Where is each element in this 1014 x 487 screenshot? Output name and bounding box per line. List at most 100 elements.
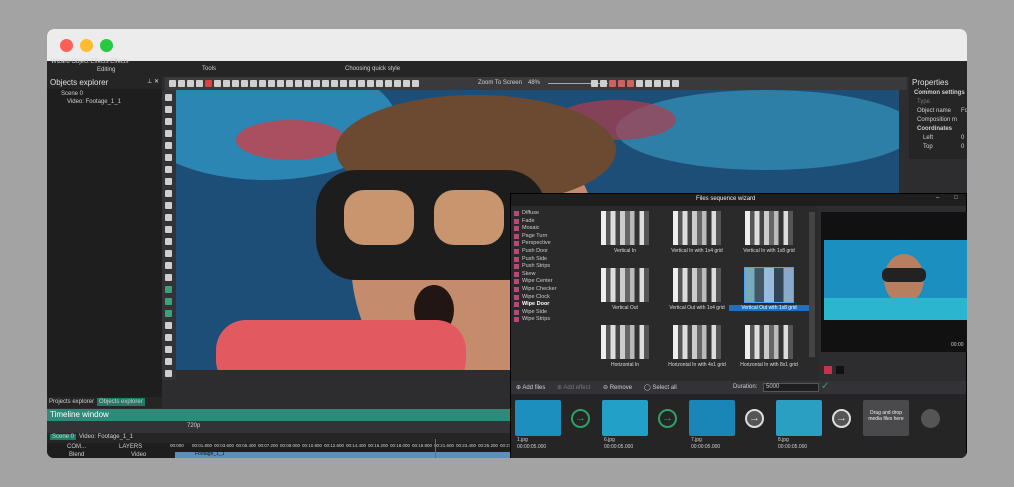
sidebar-tool-icon[interactable] — [165, 106, 172, 113]
effect-item[interactable]: Wipe Strips — [513, 316, 550, 323]
pin-icon[interactable]: ⊥ ✕ — [147, 78, 159, 85]
file-thumbnail[interactable] — [689, 400, 735, 436]
file-thumbnail[interactable] — [776, 400, 822, 436]
effect-item[interactable]: Push Side — [513, 256, 547, 262]
transition-arrow-icon[interactable]: → — [832, 409, 851, 428]
select-all-button[interactable]: ◯ Select all — [644, 384, 677, 391]
toolbar-tool-icon[interactable] — [187, 80, 194, 87]
common-settings[interactable]: Common settings — [914, 90, 965, 96]
transition-thumbnail[interactable] — [673, 211, 721, 245]
ribbon-menu-row[interactable]: Wizard Object Effects Effects — [51, 59, 128, 65]
toolbar-tool-icon[interactable] — [600, 80, 607, 87]
sidebar-tool-icon[interactable] — [165, 334, 172, 341]
coordinates-group[interactable]: Coordinates — [917, 126, 952, 132]
effect-item[interactable]: Mosaic — [513, 225, 539, 232]
toolbar-tool-icon[interactable] — [627, 80, 634, 87]
toolbar-tool-icon[interactable] — [232, 80, 239, 87]
transition-thumbnail[interactable] — [673, 325, 721, 359]
toolbar-tool-icon[interactable] — [205, 80, 212, 87]
toolbar-tool-icon[interactable] — [618, 80, 625, 87]
sidebar-tool-icon[interactable] — [165, 274, 172, 281]
apply-check-icon[interactable]: ✓ — [821, 381, 829, 392]
sidebar-tool-icon[interactable] — [165, 358, 172, 365]
toolbar-tool-icon[interactable] — [376, 80, 383, 87]
sidebar-tool-icon[interactable] — [165, 130, 172, 137]
sidebar-tool-icon[interactable] — [165, 322, 172, 329]
transition-thumbnail[interactable] — [744, 267, 794, 303]
sidebar-tool-icon[interactable] — [165, 370, 172, 377]
effect-item[interactable]: Page Turn — [513, 233, 547, 239]
tab-scene[interactable]: Scene 0 — [50, 434, 77, 440]
sidebar-tool-icon[interactable] — [165, 142, 172, 149]
toolbar-tool-icon[interactable] — [304, 80, 311, 87]
play-button[interactable] — [824, 366, 832, 374]
transition-thumbnail[interactable] — [601, 211, 649, 245]
transition-thumbnail[interactable] — [601, 268, 649, 302]
sidebar-tool-icon[interactable] — [165, 166, 172, 173]
toolbar-tool-icon[interactable] — [591, 80, 598, 87]
left-value[interactable]: 0 — [961, 135, 964, 141]
toolbar-tool-icon[interactable] — [268, 80, 275, 87]
sidebar-tool-icon[interactable] — [165, 226, 172, 233]
toolbar-tool-icon[interactable] — [340, 80, 347, 87]
toolbar-tool-icon[interactable] — [654, 80, 661, 87]
sidebar-tool-icon[interactable] — [165, 346, 172, 353]
toolbar-tool-icon[interactable] — [609, 80, 616, 87]
toolbar-tool-icon[interactable] — [241, 80, 248, 87]
minimize-icon[interactable]: – — [936, 195, 939, 201]
zoom-slider[interactable] — [548, 83, 608, 84]
playhead[interactable] — [435, 439, 436, 458]
toolbar-tool-icon[interactable] — [358, 80, 365, 87]
video-node[interactable]: Video: Footage_1_1 — [67, 99, 121, 105]
toolbar-tool-icon[interactable] — [322, 80, 329, 87]
transitions-scrollbar[interactable] — [809, 212, 815, 357]
resolution-select[interactable]: 720p — [187, 423, 200, 429]
effect-item[interactable]: Diffuse — [513, 210, 539, 216]
zoom-value[interactable]: 48% — [528, 80, 540, 86]
timeline-ruler[interactable]: 00:000 00:01.800 00:03.600 00:05.400 00:07.2… — [170, 443, 520, 451]
sidebar-tool-icon[interactable] — [165, 94, 172, 101]
video-clip[interactable]: Footage_1_1 — [175, 451, 513, 458]
toolbar-tool-icon[interactable] — [385, 80, 392, 87]
toolbar-tool-icon[interactable] — [663, 80, 670, 87]
transition-arrow-icon[interactable]: → — [658, 409, 677, 428]
tab-clip[interactable]: Video: Footage_1_1 — [79, 434, 133, 440]
toolbar-tool-icon[interactable] — [250, 80, 257, 87]
effect-item[interactable]: Wipe Clock — [514, 294, 550, 300]
sidebar-tool-icon[interactable] — [165, 190, 172, 197]
sidebar-tool-icon[interactable] — [165, 118, 172, 125]
toolbar-tool-icon[interactable] — [636, 80, 643, 87]
effect-item[interactable]: Wipe Checker — [514, 286, 557, 292]
toolbar-tool-icon[interactable] — [259, 80, 266, 87]
toolbar-tool-icon[interactable] — [403, 80, 410, 87]
effect-item[interactable]: Fade — [514, 218, 535, 224]
sidebar-tool-icon[interactable] — [165, 154, 172, 161]
transition-arrow-icon[interactable]: → — [571, 409, 590, 428]
ribbon-editing-label[interactable]: Editing — [97, 67, 115, 73]
maximize-icon[interactable]: □ — [954, 195, 958, 201]
transition-thumbnail[interactable] — [673, 268, 721, 302]
effect-item[interactable]: Skew — [513, 271, 535, 277]
toolbar-tool-icon[interactable] — [214, 80, 221, 87]
maximize-window-button[interactable] — [100, 39, 113, 52]
sidebar-tool-icon[interactable] — [165, 286, 172, 293]
stop-button[interactable] — [836, 366, 844, 374]
tab-projects-explorer[interactable]: Projects explorer — [49, 399, 94, 405]
sidebar-tool-icon[interactable] — [165, 238, 172, 245]
effect-item[interactable]: Wipe Door — [513, 301, 549, 308]
toolbar-tool-icon[interactable] — [223, 80, 230, 87]
transition-thumbnail[interactable] — [745, 211, 793, 245]
zoom-mode[interactable]: Zoom To Screen — [478, 80, 522, 86]
effect-item[interactable]: Perspective — [514, 240, 551, 247]
toolbar-tool-icon[interactable] — [169, 80, 176, 87]
toolbar-tool-icon[interactable] — [295, 80, 302, 87]
duration-input[interactable]: 5000 — [763, 383, 819, 392]
toolbar-tool-icon[interactable] — [672, 80, 679, 87]
drop-zone[interactable]: Drag and drop media files here — [863, 400, 909, 436]
effect-item[interactable]: Push Door — [514, 248, 548, 254]
transition-arrow-icon[interactable]: → — [745, 409, 764, 428]
sidebar-tool-icon[interactable] — [165, 298, 172, 305]
scene-node[interactable]: Scene 0 — [61, 91, 83, 97]
toolbar-tool-icon[interactable] — [178, 80, 185, 87]
sidebar-tool-icon[interactable] — [165, 310, 172, 317]
